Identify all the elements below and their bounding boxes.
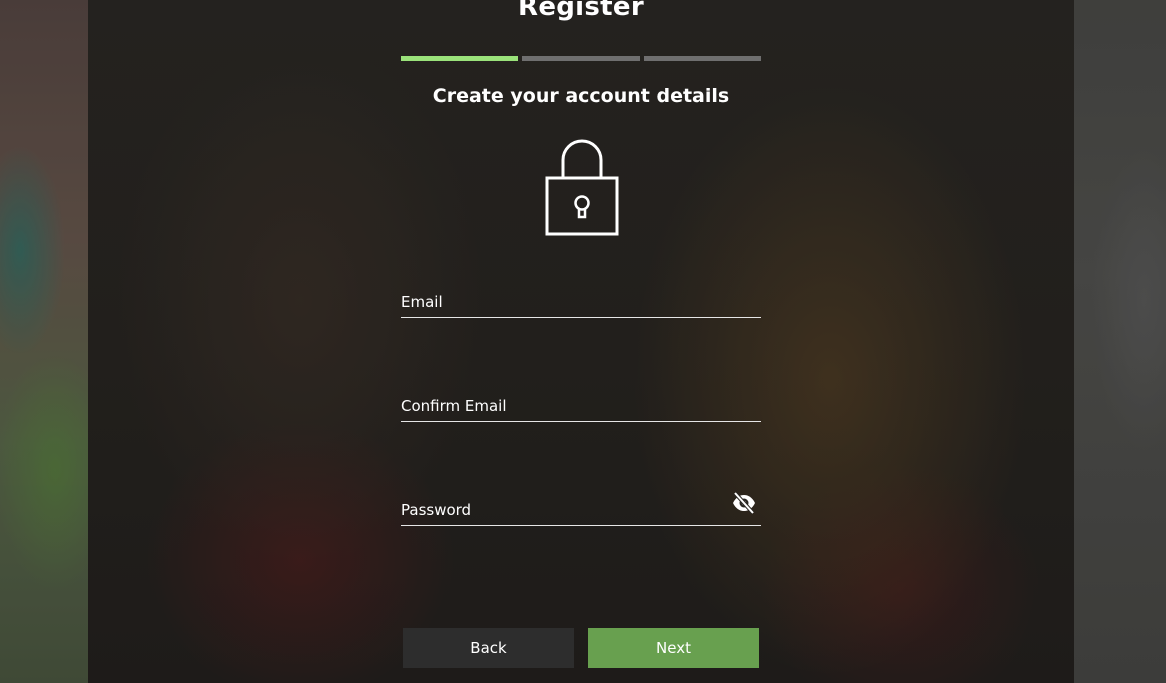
confirm-email-input[interactable]	[401, 387, 721, 421]
page-title: Register	[518, 0, 644, 22]
email-field[interactable]: Email	[401, 283, 761, 318]
progress-step-2	[522, 56, 640, 61]
progress-step-3	[643, 56, 761, 61]
step-progress-bar	[401, 56, 761, 61]
email-input[interactable]	[401, 283, 721, 317]
confirm-email-field[interactable]: Confirm Email	[401, 387, 761, 422]
next-button[interactable]: Next	[588, 628, 759, 668]
page-subtitle: Create your account details	[432, 85, 730, 107]
password-input[interactable]	[401, 491, 721, 525]
lock-icon	[545, 138, 619, 238]
back-button[interactable]: Back	[403, 628, 574, 668]
progress-step-1	[401, 56, 519, 61]
password-field[interactable]: Password	[401, 491, 761, 526]
register-panel: Register Create your account details Ema…	[401, 0, 761, 683]
eye-off-icon[interactable]	[731, 491, 757, 515]
